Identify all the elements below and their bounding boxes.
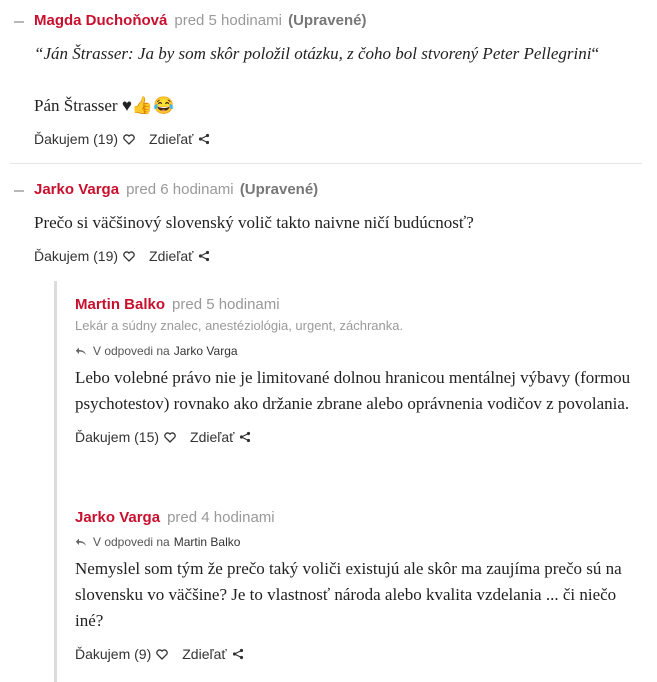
edited-badge: (Upravené)	[288, 12, 367, 29]
comment-time: pred 4 hodinami	[167, 509, 275, 526]
share-button[interactable]: Zdieľať	[190, 429, 251, 445]
share-label: Zdieľať	[182, 646, 227, 662]
comment-author[interactable]: Jarko Varga	[75, 509, 160, 526]
thanks-label: Ďakujem (15)	[75, 429, 160, 445]
share-label: Zdieľať	[149, 131, 194, 147]
reply-to-author[interactable]: Jarko Varga	[174, 343, 238, 359]
quote-text: : Ja by som skôr položil otázku, z čoho …	[128, 44, 592, 63]
quote-close: “	[591, 44, 600, 63]
reply-arrow-icon	[75, 347, 86, 355]
comment-header: Magda Duchoňová pred 5 hodinami (Upravené…	[34, 11, 634, 31]
share-label: Zdieľať	[149, 248, 194, 264]
thanks-button[interactable]: Ďakujem (19)	[34, 248, 135, 264]
comment-header: Jarko Varga pred 4 hodinami	[75, 508, 640, 528]
heart-icon	[156, 648, 169, 660]
comment: Jarko Varga pred 6 hodinami (Upravené) Pr…	[34, 180, 634, 264]
reply-to-author[interactable]: Martin Balko	[174, 534, 241, 550]
thanks-label: Ďakujem (19)	[34, 131, 119, 147]
comment-time: pred 5 hodinami	[174, 12, 282, 29]
comment-author[interactable]: Martin Balko	[75, 296, 165, 313]
quote-author: Ján Štrasser	[43, 44, 128, 63]
share-label: Zdieľať	[190, 429, 235, 445]
thanks-button[interactable]: Ďakujem (9)	[75, 646, 169, 662]
heart-icon	[123, 250, 135, 262]
reply-prefix: V odpovedi na	[93, 344, 170, 358]
comment-actions: Ďakujem (19) Zdieľať	[34, 131, 634, 147]
share-button[interactable]: Zdieľať	[149, 248, 210, 264]
thanks-button[interactable]: Ďakujem (19)	[34, 131, 135, 147]
share-icon	[199, 133, 210, 145]
comment-author[interactable]: Jarko Varga	[34, 181, 119, 198]
comment-time: pred 6 hodinami	[126, 181, 234, 198]
comment-text: Nemyslel som tým že prečo taký voliči ex…	[75, 559, 622, 630]
share-button[interactable]: Zdieľať	[149, 131, 210, 147]
share-button[interactable]: Zdieľať	[182, 646, 243, 662]
comment-text: Prečo si väčšinový slovenský volič takto…	[34, 213, 474, 232]
share-icon	[240, 431, 251, 443]
reply-to: V odpovedi na Martin Balko	[75, 534, 640, 550]
comment: Magda Duchoňová pred 5 hodinami (Upravené…	[34, 11, 634, 147]
thread-line	[54, 281, 57, 682]
comment-time: pred 5 hodinami	[172, 296, 280, 313]
comment-text: Lebo volebné právo nie je limitované dol…	[75, 368, 631, 413]
reply-comment: Martin Balko pred 5 hodinami Lekár a súdn…	[75, 295, 640, 445]
collapse-icon[interactable]	[14, 190, 24, 192]
reply-arrow-icon	[75, 538, 86, 546]
thanks-label: Ďakujem (19)	[34, 248, 119, 264]
comment-header: Jarko Varga pred 6 hodinami (Upravené)	[34, 180, 634, 200]
comment-actions: Ďakujem (15) Zdieľať	[75, 429, 640, 445]
comment-text: Pán Štrasser ♥👍😂	[34, 96, 175, 115]
share-icon	[232, 648, 243, 660]
heart-icon	[164, 431, 176, 443]
heart-icon	[123, 133, 135, 145]
comment-divider	[10, 163, 642, 164]
edited-badge: (Upravené)	[239, 181, 319, 198]
comment-header: Martin Balko pred 5 hodinami	[75, 295, 640, 315]
collapse-icon[interactable]	[14, 21, 24, 23]
comment-author[interactable]: Magda Duchoňová	[34, 12, 167, 29]
thanks-label: Ďakujem (9)	[75, 646, 152, 662]
reply-prefix: V odpovedi na	[93, 535, 170, 549]
comment-actions: Ďakujem (19) Zdieľať	[34, 248, 634, 264]
comment-actions: Ďakujem (9) Zdieľať	[75, 646, 640, 662]
reply-comment: Jarko Varga pred 4 hodinami V odpovedi na…	[75, 508, 640, 662]
share-icon	[199, 250, 210, 262]
reply-to: V odpovedi na Jarko Varga	[75, 343, 640, 359]
thanks-button[interactable]: Ďakujem (15)	[75, 429, 176, 445]
comment-text: “ Ján Štrasser: Ja by som skôr položil ot…	[34, 41, 634, 67]
author-bio: Lekár a súdny znalec, anestéziológia, ur…	[75, 318, 404, 333]
